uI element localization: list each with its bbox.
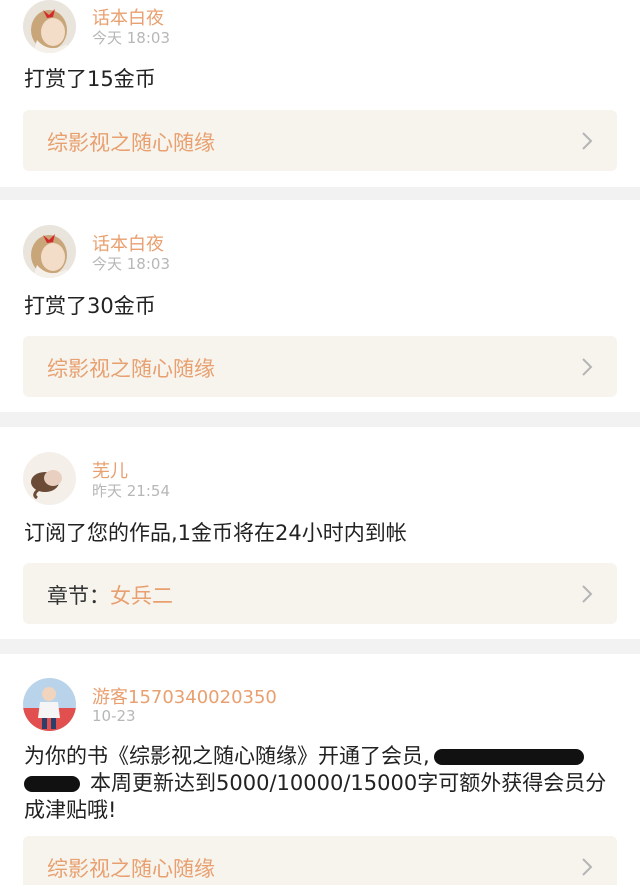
notification-card: 游客1570340020350 10-23 为你的书《综影视之随心随缘》开通了会… <box>0 654 640 885</box>
chapter-link[interactable]: 章节：女兵二 <box>23 563 617 624</box>
username[interactable]: 游客1570340020350 <box>92 683 277 709</box>
notification-message: 为你的书《综影视之随心随缘》开通了会员, 本周更新达到5000/10000/15… <box>24 744 607 822</box>
notification-card: 芜儿 昨天 21:54 订阅了您的作品,1金币将在24小时内到帐 章节：女兵二 <box>0 427 640 639</box>
user-avatar-icon <box>23 678 76 731</box>
user-avatar-icon <box>23 225 76 278</box>
chevron-right-icon <box>582 585 593 603</box>
redaction-mark <box>433 749 584 765</box>
avatar[interactable] <box>23 452 76 505</box>
user-avatar-icon <box>23 452 76 505</box>
notification-message: 打赏了15金币 <box>24 67 156 91</box>
notification-message: 打赏了30金币 <box>24 294 156 318</box>
timestamp: 今天 18:03 <box>92 255 170 273</box>
timestamp: 昨天 21:54 <box>92 482 170 500</box>
timestamp: 今天 18:03 <box>92 29 170 47</box>
redaction-mark <box>24 776 80 792</box>
user-avatar-icon <box>23 0 76 53</box>
notification-card: 话本白夜 今天 18:03 打赏了30金币 综影视之随心随缘 <box>0 200 640 412</box>
book-link[interactable]: 综影视之随心随缘 <box>23 110 617 171</box>
chapter-link-label: 章节：女兵二 <box>47 584 173 608</box>
notification-card: 话本白夜 今天 18:03 打赏了15金币 综影视之随心随缘 <box>0 0 640 187</box>
chevron-right-icon <box>582 358 593 376</box>
chevron-right-icon <box>582 858 593 876</box>
avatar[interactable] <box>23 678 76 731</box>
book-link-label: 综影视之随心随缘 <box>47 357 215 381</box>
book-link-label: 综影视之随心随缘 <box>47 131 215 155</box>
book-link[interactable]: 综影视之随心随缘 <box>23 336 617 397</box>
timestamp: 10-23 <box>92 707 136 725</box>
book-link-label: 综影视之随心随缘 <box>47 857 215 881</box>
notification-message: 订阅了您的作品,1金币将在24小时内到帐 <box>24 521 407 545</box>
avatar[interactable] <box>23 225 76 278</box>
book-link[interactable]: 综影视之随心随缘 <box>23 836 617 885</box>
chevron-right-icon <box>582 132 593 150</box>
avatar[interactable] <box>23 0 76 53</box>
